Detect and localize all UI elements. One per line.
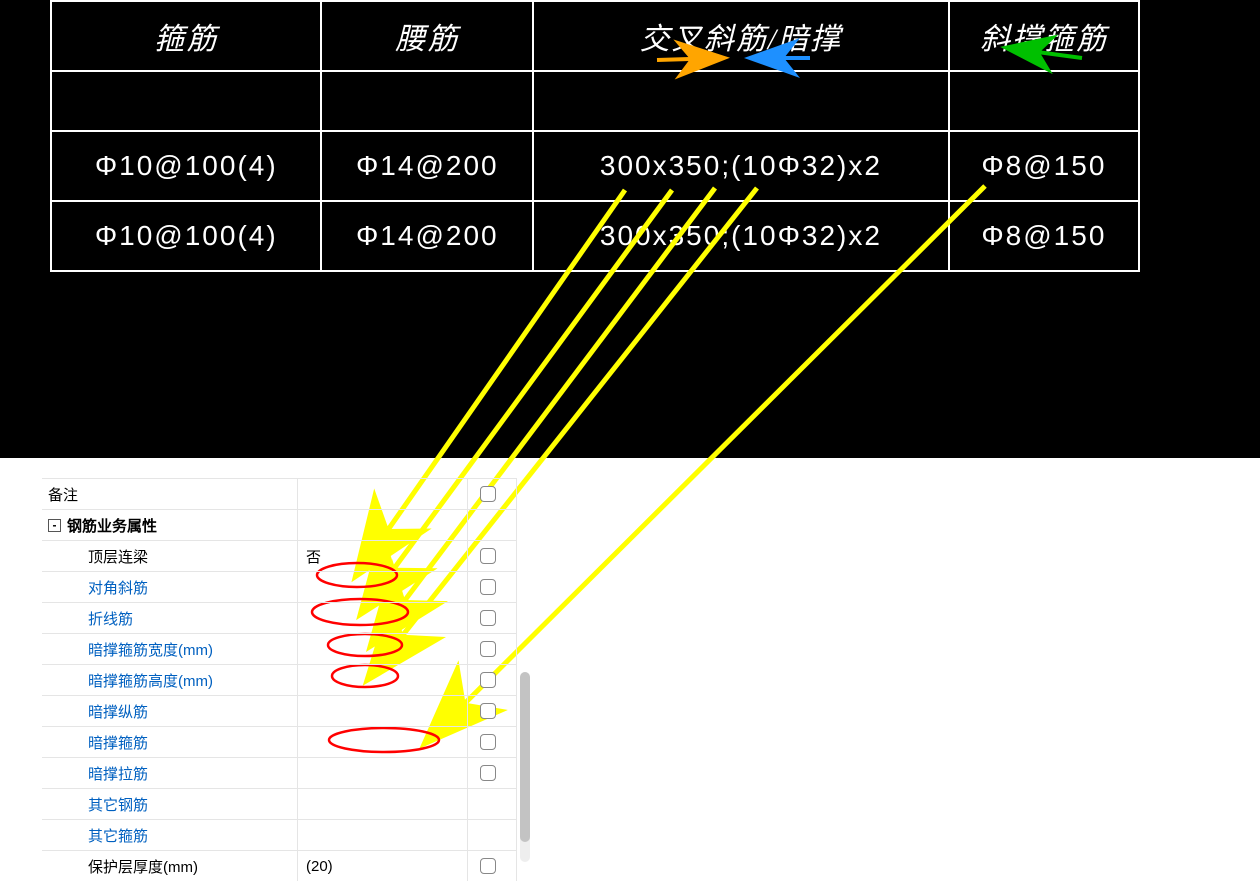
property-label: 暗撑箍筋高度(mm)	[88, 670, 213, 691]
cad-cell: Φ8@150	[949, 131, 1139, 201]
panel-scrollbar[interactable]	[520, 672, 530, 862]
property-value[interactable]	[298, 758, 468, 788]
property-row[interactable]: 对角斜筋	[42, 571, 517, 602]
property-row[interactable]: 暗撑箍筋宽度(mm)	[42, 633, 517, 664]
property-label: 其它箍筋	[88, 825, 148, 846]
property-value[interactable]	[298, 727, 468, 757]
checkbox[interactable]	[480, 703, 496, 719]
collapse-toggle-icon[interactable]: -	[48, 519, 61, 532]
property-value[interactable]	[298, 789, 468, 819]
property-row[interactable]: 其它箍筋	[42, 819, 517, 850]
cad-cell: Φ10@100(4)	[51, 131, 321, 201]
label-remark: 备注	[48, 484, 78, 505]
property-row[interactable]: 暗撑箍筋高度(mm)	[42, 664, 517, 695]
property-value[interactable]	[298, 572, 468, 602]
property-value[interactable]: 否	[298, 541, 468, 571]
checkbox[interactable]	[480, 765, 496, 781]
panel-scrollbar-thumb[interactable]	[520, 672, 530, 842]
cad-cell: Φ14@200	[321, 131, 533, 201]
checkbox[interactable]	[480, 672, 496, 688]
property-value[interactable]	[298, 603, 468, 633]
cad-cell: Φ8@150	[949, 201, 1139, 271]
property-label: 顶层连梁	[88, 546, 148, 567]
property-value[interactable]	[298, 696, 468, 726]
property-row[interactable]: 其它钢筋	[42, 788, 517, 819]
cad-th-1: 箍筋	[51, 1, 321, 71]
property-value[interactable]	[298, 634, 468, 664]
property-row[interactable]: 暗撑箍筋	[42, 726, 517, 757]
property-label: 暗撑纵筋	[88, 701, 148, 722]
property-label: 折线筋	[88, 608, 133, 629]
checkbox[interactable]	[480, 641, 496, 657]
checkbox[interactable]	[480, 486, 496, 502]
property-label: 暗撑拉筋	[88, 763, 148, 784]
checkbox[interactable]	[480, 610, 496, 626]
cad-cell: 300x350;(10Φ32)x2	[533, 131, 949, 201]
property-label: 暗撑箍筋	[88, 732, 148, 753]
property-panel: 备注 - 钢筋业务属性 顶层连梁 否对角斜筋折线筋暗撑箍筋宽度(mm) 暗撑箍筋高度…	[42, 478, 517, 881]
row-remark[interactable]: 备注	[42, 478, 517, 509]
property-label: 其它钢筋	[88, 794, 148, 815]
property-row[interactable]: 顶层连梁 否	[42, 540, 517, 571]
property-row[interactable]: 暗撑拉筋	[42, 757, 517, 788]
property-label: 暗撑箍筋宽度(mm)	[88, 639, 213, 660]
property-row[interactable]: 保护层厚度(mm) (20)	[42, 850, 517, 881]
cad-cell: Φ14@200	[321, 201, 533, 271]
checkbox[interactable]	[480, 734, 496, 750]
checkbox[interactable]	[480, 548, 496, 564]
property-value[interactable]	[298, 820, 468, 850]
row-group-rebar-biz[interactable]: - 钢筋业务属性	[42, 509, 517, 540]
cad-drawing-viewport[interactable]: 箍筋 腰筋 交叉斜筋/暗撑 斜撑箍筋 Φ10@100(4) Φ14@200 30…	[0, 0, 1260, 458]
cad-cell: Φ10@100(4)	[51, 201, 321, 271]
checkbox[interactable]	[480, 858, 496, 874]
cad-rebar-table: 箍筋 腰筋 交叉斜筋/暗撑 斜撑箍筋 Φ10@100(4) Φ14@200 30…	[50, 0, 1140, 272]
property-row[interactable]: 暗撑纵筋	[42, 695, 517, 726]
cad-th-4: 斜撑箍筋	[949, 1, 1139, 71]
property-value[interactable]	[298, 665, 468, 695]
property-value[interactable]: (20)	[298, 851, 468, 881]
property-label: 保护层厚度(mm)	[88, 856, 198, 877]
checkbox[interactable]	[480, 579, 496, 595]
cad-th-3: 交叉斜筋/暗撑	[533, 1, 949, 71]
group-label: 钢筋业务属性	[67, 515, 157, 536]
cad-cell: 300x350;(10Φ32)x2	[533, 201, 949, 271]
property-label: 对角斜筋	[88, 577, 148, 598]
property-row[interactable]: 折线筋	[42, 602, 517, 633]
cad-th-2: 腰筋	[321, 1, 533, 71]
